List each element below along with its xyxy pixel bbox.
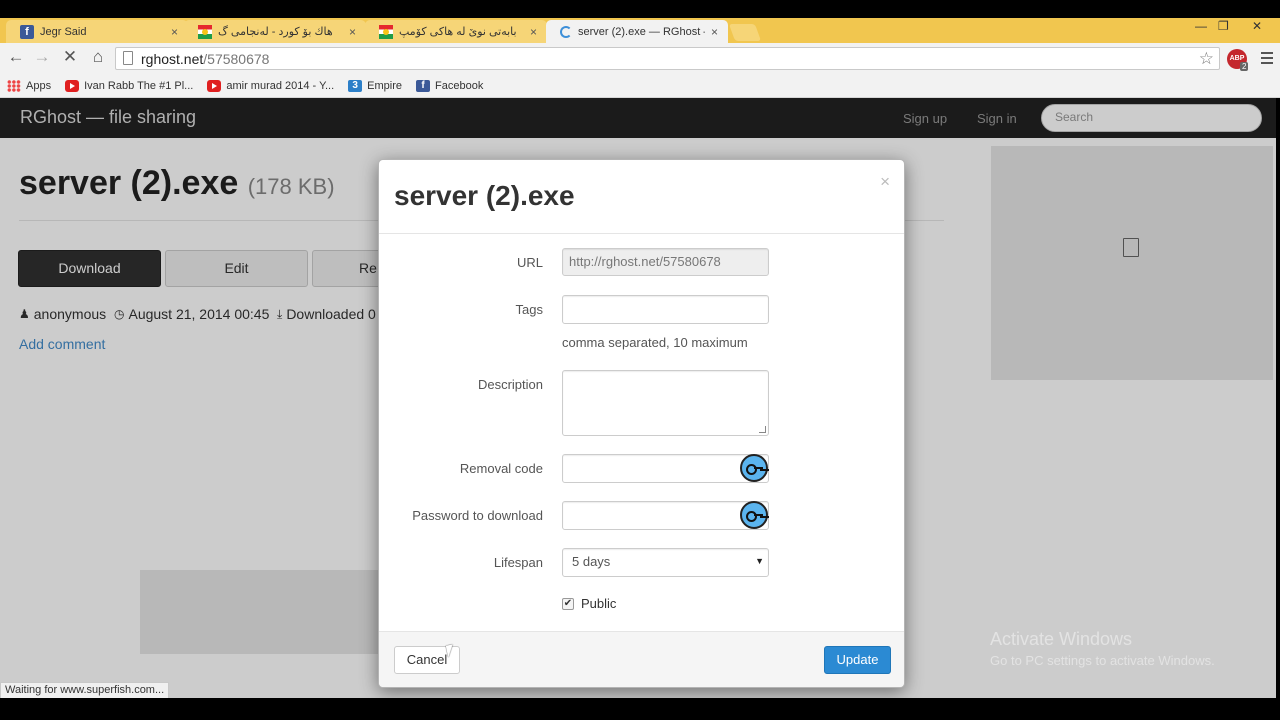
url-path: /57580678 [203,51,270,67]
public-option[interactable]: ✔ Public [562,596,616,611]
lifespan-select[interactable]: 5 days ▼ [562,548,769,577]
bookmarks-bar: Apps Ivan Rabb The #1 Pl... amir murad 2… [0,74,1280,98]
loading-spinner-icon [560,25,572,38]
browser-status-bar: Waiting for www.superfish.com... [0,682,170,699]
key-icon[interactable] [740,501,768,529]
lifespan-label: Lifespan [493,555,543,570]
close-icon[interactable]: × [880,172,890,192]
browser-tab[interactable]: f Jegr Said × [6,20,188,43]
public-label: Public [581,596,617,611]
description-label: Description [477,377,543,392]
bookmark-apps[interactable]: Apps [7,79,52,92]
address-url[interactable]: rghost.net/57580678 [141,51,269,67]
public-checkbox[interactable]: ✔ [562,597,574,610]
restore-icon[interactable]: ❐ [1218,19,1229,33]
url-label: URL [516,255,543,270]
youtube-icon [65,79,80,92]
activate-windows-title: Activate Windows [990,629,1133,649]
apps-grid-icon [7,79,21,92]
adblock-count-badge: 2 [1240,62,1249,71]
tab-title: هاك بۆ كورد - لەنجامی گ [218,26,333,38]
browser-tab-active[interactable]: server (2).exe — RGhost — × [546,20,728,43]
tags-help-text: comma separated, 10 maximum [562,335,748,350]
kurdistan-flag-icon [198,24,212,39]
edit-file-dialog: server (2).exe × URL http://rghost.net/5… [378,159,905,688]
browser-tab[interactable]: بابەتی نوێ لە هاکی کۆمپ × [365,20,547,43]
bookmark-label: Empire [367,79,403,92]
tab-close-icon[interactable]: × [349,25,356,39]
bookmark-empire[interactable]: 3 Empire [348,79,403,92]
tab-close-icon[interactable]: × [711,25,718,39]
url-host: rghost.net [141,51,204,67]
key-icon[interactable] [740,454,768,482]
bookmark-amir-murad[interactable]: amir murad 2014 - Y... [207,79,335,92]
new-tab-button[interactable] [728,24,762,41]
window-close-icon[interactable]: ✕ [1252,19,1262,33]
bookmark-label: Apps [26,79,52,92]
browser-menu-icon[interactable] [1261,52,1273,67]
bookmark-ivan-rabb[interactable]: Ivan Rabb The #1 Pl... [65,79,194,92]
bookmark-facebook[interactable]: f Facebook [416,79,484,92]
removal-code-input[interactable] [562,454,769,483]
browser-tab[interactable]: هاك بۆ كورد - لەنجامی گ × [184,20,366,43]
stop-loading-icon[interactable]: ✕ [59,47,81,67]
tab-close-icon[interactable]: × [530,25,537,39]
address-bar[interactable]: rghost.net/57580678 ☆ [115,47,1220,70]
tab-title: Jegr Said [40,25,87,38]
tab-title: server (2).exe — RGhost — [578,25,705,38]
password-label: Password to download [412,508,543,523]
chevron-down-icon: ▼ [755,556,764,566]
kurdistan-flag-icon [379,24,393,39]
url-field[interactable]: http://rghost.net/57580678 [562,248,769,276]
tags-label: Tags [515,302,543,317]
browser-toolbar: ← → ✕ ⌂ rghost.net/57580678 ☆ [0,43,1280,74]
description-textarea[interactable] [562,370,769,436]
back-arrow-icon[interactable]: ← [5,47,27,67]
facebook-icon: f [416,79,431,92]
lifespan-value: 5 days [572,554,611,569]
forward-arrow-icon[interactable]: → [31,47,53,67]
home-icon[interactable]: ⌂ [87,47,109,67]
bookmark-label: Ivan Rabb The #1 Pl... [84,79,194,92]
empire-icon: 3 [348,79,363,92]
dialog-header: server (2).exe × [379,160,904,234]
activate-windows-subtitle: Go to PC settings to activate Windows. [990,653,1215,668]
browser-tab-strip: f Jegr Said × هاك بۆ كورد - لەنجامی گ × … [0,18,1280,43]
tab-title: بابەتی نوێ لە هاکی کۆمپ [399,26,517,38]
update-button[interactable]: Update [824,646,891,674]
removal-code-label: Removal code [459,461,543,476]
letterbox-bar [0,698,1280,720]
youtube-icon [207,79,222,92]
dialog-title: server (2).exe [394,180,575,211]
bookmark-star-icon[interactable]: ☆ [1199,49,1214,69]
bookmark-label: Facebook [435,79,484,92]
password-input[interactable] [562,501,769,530]
page-icon [123,51,133,65]
facebook-icon: f [20,24,34,39]
dialog-footer: Cancel Update [379,631,904,687]
minimize-icon[interactable]: — [1195,19,1207,33]
tags-input[interactable] [562,295,769,324]
tab-close-icon[interactable]: × [171,25,178,39]
bookmark-label: amir murad 2014 - Y... [226,79,335,92]
web-page: RGhost — file sharing Sign up Sign in Se… [0,98,1276,698]
